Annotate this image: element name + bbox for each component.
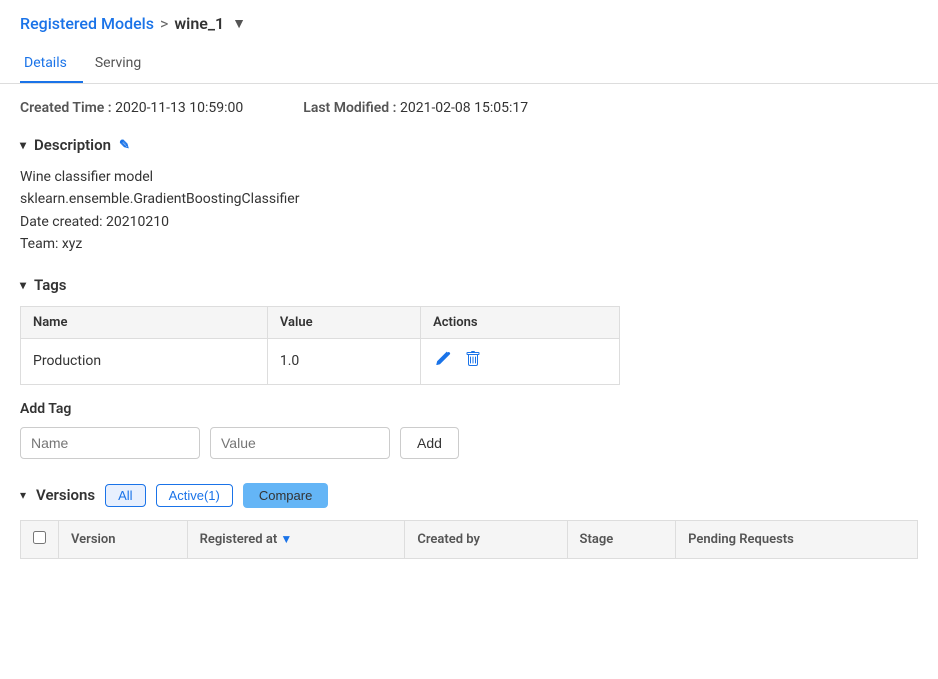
versions-col-version: Version — [59, 520, 188, 558]
table-row: Production 1.0 — [21, 338, 620, 384]
tags-col-value: Value — [267, 306, 420, 338]
main-content: Created Time : 2020-11-13 10:59:00 Last … — [0, 84, 938, 575]
model-name: wine_1 — [174, 14, 224, 33]
edit-icon — [435, 351, 451, 367]
add-tag-label: Add Tag — [20, 401, 918, 417]
versions-col-checkbox — [21, 520, 59, 558]
tabs-bar: Details Serving — [0, 45, 938, 84]
edit-tag-button[interactable] — [433, 349, 453, 374]
select-all-checkbox[interactable] — [33, 531, 46, 544]
created-label: Created Time : — [20, 100, 112, 116]
versions-table: Version Registered at ▼ Created by Stage… — [20, 520, 918, 559]
breadcrumb-separator: > — [160, 14, 168, 33]
add-tag-row: Add — [20, 427, 918, 459]
tag-actions-cell — [421, 338, 620, 384]
tags-col-name: Name — [21, 306, 268, 338]
description-title: Description — [34, 136, 111, 154]
description-section: ▾ Description ✎ Wine classifier model sk… — [20, 136, 918, 256]
versions-col-stage: Stage — [567, 520, 676, 558]
breadcrumb-parent-link[interactable]: Registered Models — [20, 14, 154, 33]
tags-col-actions: Actions — [421, 306, 620, 338]
versions-title: Versions — [36, 486, 95, 504]
tag-value-input[interactable] — [210, 427, 390, 459]
tag-value-cell: 1.0 — [267, 338, 420, 384]
versions-col-created-by: Created by — [405, 520, 567, 558]
tags-header[interactable]: ▾ Tags — [20, 276, 918, 294]
versions-table-header-row: Version Registered at ▼ Created by Stage… — [21, 520, 918, 558]
delete-tag-button[interactable] — [463, 349, 483, 374]
tags-section: ▾ Tags Name Value Actions Production 1.0 — [20, 276, 918, 459]
tag-name-cell: Production — [21, 338, 268, 384]
tab-details[interactable]: Details — [20, 45, 83, 83]
compare-button[interactable]: Compare — [243, 483, 328, 508]
tag-action-icons — [433, 349, 607, 374]
sort-registered-icon[interactable]: ▼ — [280, 532, 292, 546]
tags-table-header-row: Name Value Actions — [21, 306, 620, 338]
tag-name-input[interactable] — [20, 427, 200, 459]
versions-toggle-icon[interactable]: ▾ — [20, 488, 26, 502]
tab-serving[interactable]: Serving — [91, 45, 157, 83]
versions-section: ▾ Versions All Active(1) Compare Version… — [20, 483, 918, 559]
modified-label: Last Modified : — [303, 100, 396, 116]
model-dropdown-icon[interactable]: ▼ — [232, 15, 246, 32]
add-tag-button[interactable]: Add — [400, 427, 459, 459]
tags-title: Tags — [34, 276, 67, 294]
description-toggle-icon: ▾ — [20, 138, 26, 152]
last-modified: Last Modified : 2021-02-08 15:05:17 — [303, 100, 528, 116]
description-text: Wine classifier model sklearn.ensemble.G… — [20, 166, 918, 256]
description-header[interactable]: ▾ Description ✎ — [20, 136, 918, 154]
modified-value: 2021-02-08 15:05:17 — [400, 100, 528, 116]
tags-toggle-icon: ▾ — [20, 278, 26, 292]
created-value: 2020-11-13 10:59:00 — [115, 100, 243, 116]
meta-row: Created Time : 2020-11-13 10:59:00 Last … — [20, 100, 918, 116]
filter-all-button[interactable]: All — [105, 484, 145, 507]
created-time: Created Time : 2020-11-13 10:59:00 — [20, 100, 243, 116]
filter-active-button[interactable]: Active(1) — [156, 484, 233, 507]
tags-table: Name Value Actions Production 1.0 — [20, 306, 620, 385]
versions-col-pending: Pending Requests — [676, 520, 918, 558]
trash-icon — [465, 351, 481, 367]
versions-col-registered: Registered at ▼ — [187, 520, 405, 558]
description-edit-icon[interactable]: ✎ — [119, 138, 130, 153]
page-header: Registered Models > wine_1 ▼ — [0, 0, 938, 41]
versions-header: ▾ Versions All Active(1) Compare — [20, 483, 918, 508]
